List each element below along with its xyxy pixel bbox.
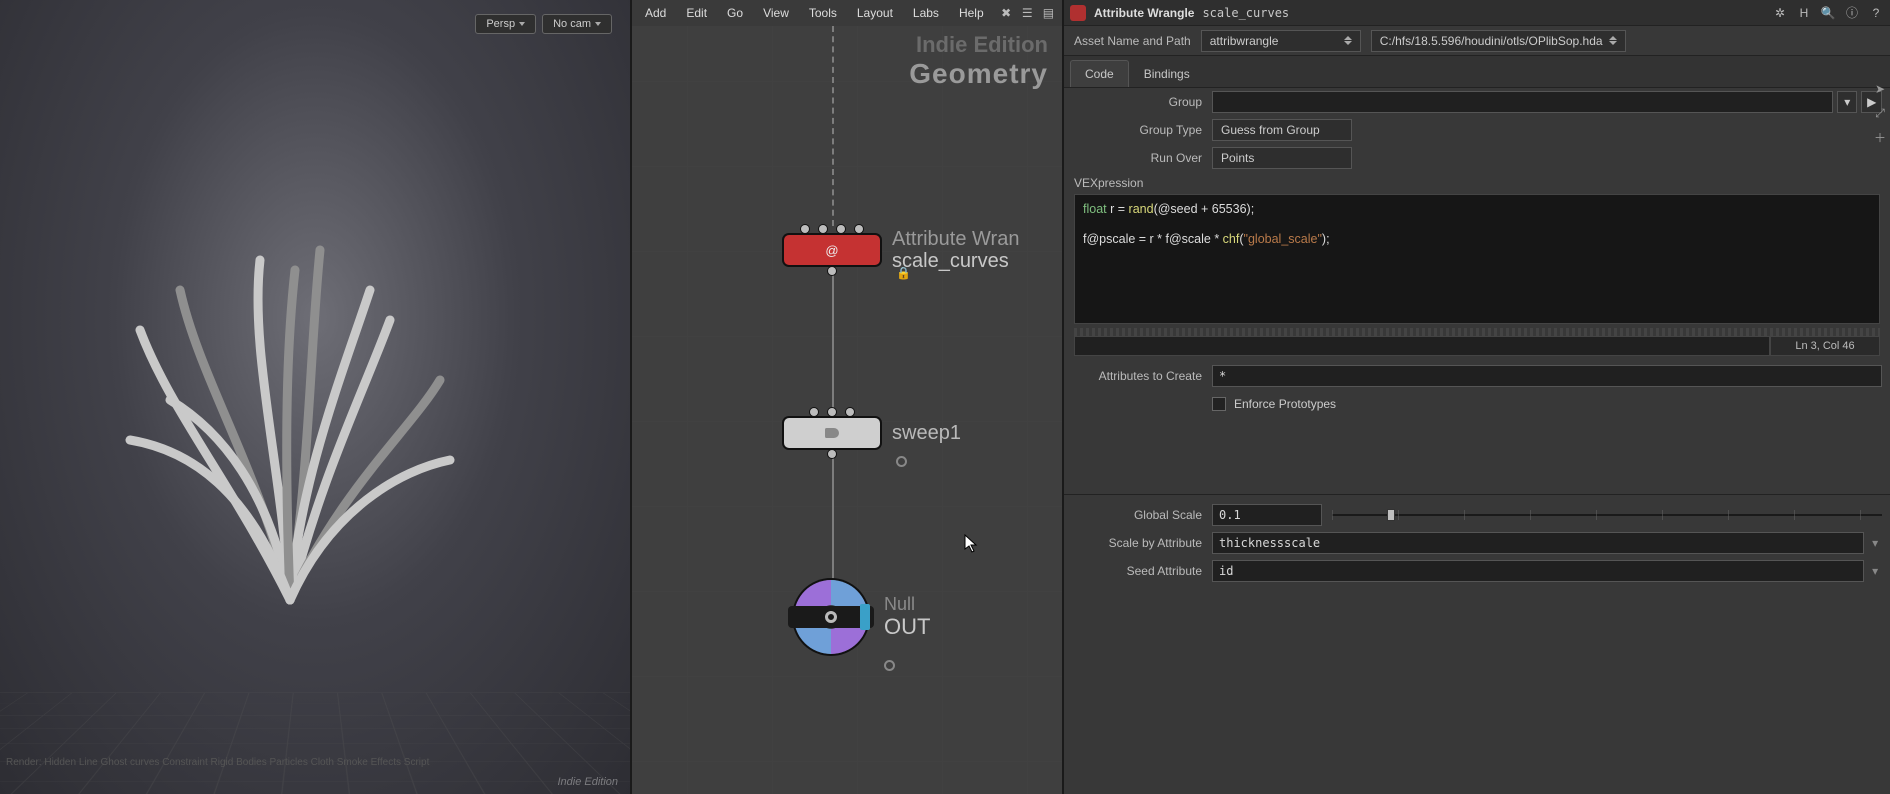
persp-label: Persp [486, 18, 515, 30]
wire-wrangle-sweep [832, 270, 834, 426]
wire-sweep-out [832, 450, 834, 590]
editor-resize-grip[interactable] [1074, 328, 1880, 336]
menu-add[interactable]: Add [636, 2, 675, 24]
runover-value: Points [1221, 151, 1254, 165]
param-header: Attribute Wrangle scale_curves ✲ H 🔍 ⓘ ? [1064, 0, 1890, 26]
node-attribute-wrangle[interactable]: @ Attribute Wran scale_curves 🔒 [784, 228, 1019, 272]
asset-type-dropdown[interactable]: attribwrangle [1201, 30, 1361, 52]
seed-label: Seed Attribute [1072, 564, 1212, 578]
main-menu-bar: Add Edit Go View Tools Layout Labs Help … [632, 0, 1062, 26]
lock-icon: 🔒 [896, 266, 911, 280]
viewport-status-bar: Render: Hidden Line Ghost curves Constra… [6, 757, 624, 768]
menu-view[interactable]: View [754, 2, 798, 24]
asset-label: Asset Name and Path [1074, 34, 1191, 48]
menu-labs[interactable]: Labs [904, 2, 948, 24]
ground-grid [0, 692, 630, 794]
viewport-pane[interactable]: Persp No cam Render: Hidden Line Ghost c… [0, 0, 632, 794]
render-flag-icon[interactable] [896, 456, 907, 467]
caret-down-icon [595, 22, 601, 26]
menu-layout[interactable]: Layout [848, 2, 902, 24]
runover-label: Run Over [1072, 151, 1212, 165]
display-flag[interactable] [860, 604, 870, 630]
node-name-label: sweep1 [892, 422, 961, 444]
parameter-pane: Attribute Wrangle scale_curves ✲ H 🔍 ⓘ ?… [1064, 0, 1890, 794]
menu-edit[interactable]: Edit [677, 2, 716, 24]
menu-help[interactable]: Help [950, 2, 993, 24]
asset-type-value: attribwrangle [1210, 34, 1279, 48]
attrs-label: Attributes to Create [1072, 369, 1212, 383]
viewport-canvas[interactable] [0, 0, 630, 794]
node-null-out[interactable]: Null OUT [794, 580, 930, 654]
node-name-label: OUT [884, 614, 930, 639]
sweep-icon [825, 428, 839, 438]
node-body[interactable]: @ [784, 235, 880, 265]
asset-bar: Asset Name and Path attribwrangle C:/hfs… [1064, 26, 1890, 56]
cursor-position: Ln 3, Col 46 [1770, 336, 1880, 356]
scaleby-label: Scale by Attribute [1072, 536, 1212, 550]
runover-dropdown[interactable]: Points [1212, 147, 1352, 169]
expand-icon[interactable]: ⤢ [1873, 106, 1887, 120]
vex-status-field [1074, 336, 1770, 356]
menu-go[interactable]: Go [718, 2, 752, 24]
node-name[interactable]: scale_curves [1202, 6, 1289, 20]
grouptype-dropdown[interactable]: Guess from Group [1212, 119, 1352, 141]
scaleby-input[interactable] [1212, 532, 1864, 554]
globalscale-input[interactable] [1212, 504, 1322, 526]
tab-code[interactable]: Code [1070, 60, 1129, 87]
node-type-label: Null [884, 595, 930, 615]
geometry-preview [110, 230, 470, 610]
plus-icon[interactable]: ＋ [1873, 130, 1887, 144]
seed-input[interactable] [1212, 560, 1864, 582]
asset-path-value: C:/hfs/18.5.596/houdini/otls/OPlibSop.hd… [1380, 34, 1603, 48]
asset-path-dropdown[interactable]: C:/hfs/18.5.596/houdini/otls/OPlibSop.hd… [1371, 30, 1626, 52]
node-body[interactable] [794, 580, 868, 654]
page-icon[interactable]: ▤ [1042, 4, 1055, 22]
caret-down-icon [519, 22, 525, 26]
grouptype-value: Guess from Group [1221, 123, 1320, 137]
group-input[interactable] [1212, 91, 1833, 113]
wrangle-icon: @ [825, 243, 838, 258]
enforce-checkbox[interactable] [1212, 397, 1226, 411]
help-icon[interactable]: ? [1868, 5, 1884, 21]
grouptype-label: Group Type [1072, 123, 1212, 137]
globalscale-slider[interactable] [1332, 507, 1882, 523]
tab-bindings[interactable]: Bindings [1129, 60, 1205, 87]
node-name-label: scale_curves [892, 250, 1019, 272]
gear-icon[interactable]: ✲ [1772, 5, 1788, 21]
wire-input [832, 26, 834, 226]
node-type-label: Attribute Wran [892, 228, 1019, 250]
search-icon[interactable]: 🔍 [1820, 5, 1836, 21]
node-type: Attribute Wrangle [1094, 6, 1194, 20]
globalscale-label: Global Scale [1072, 508, 1212, 522]
group-label: Group [1072, 95, 1212, 109]
context-label: Geometry [909, 58, 1048, 90]
arrow-icon[interactable]: ➤ [1873, 82, 1887, 96]
param-side-gutter: ➤ ⤢ ＋ [1870, 78, 1890, 794]
info-icon[interactable]: ⓘ [1844, 5, 1860, 21]
vex-editor[interactable]: float r = rand(@seed + 65536); f@pscale … [1074, 194, 1880, 324]
persp-dropdown[interactable]: Persp [475, 14, 536, 34]
network-pane[interactable]: Add Edit Go View Tools Layout Labs Help … [632, 0, 1064, 794]
render-flag-icon[interactable] [884, 660, 895, 671]
edition-label: Indie Edition [909, 32, 1048, 58]
node-icon [1070, 5, 1086, 21]
node-sweep[interactable]: sweep1 [784, 418, 961, 448]
houdini-icon[interactable]: H [1796, 5, 1812, 21]
enforce-label: Enforce Prototypes [1234, 397, 1336, 411]
group-menu-button[interactable]: ▾ [1837, 91, 1858, 113]
cursor-icon [964, 534, 978, 554]
null-icon [825, 611, 837, 623]
tools-icon[interactable]: ✖ [1000, 4, 1013, 22]
edition-watermark: Indie Edition [557, 776, 618, 788]
attrs-input[interactable] [1212, 365, 1882, 387]
camera-label: No cam [553, 18, 591, 30]
node-body[interactable] [784, 418, 880, 448]
vex-label: VEXpression [1064, 172, 1890, 194]
list-icon[interactable]: ☰ [1021, 4, 1034, 22]
param-tabs: Code Bindings [1064, 56, 1890, 88]
camera-dropdown[interactable]: No cam [542, 14, 612, 34]
param-body: Group ▾ ▶ Group Type Guess from Group Ru [1064, 88, 1890, 794]
menu-tools[interactable]: Tools [800, 2, 846, 24]
